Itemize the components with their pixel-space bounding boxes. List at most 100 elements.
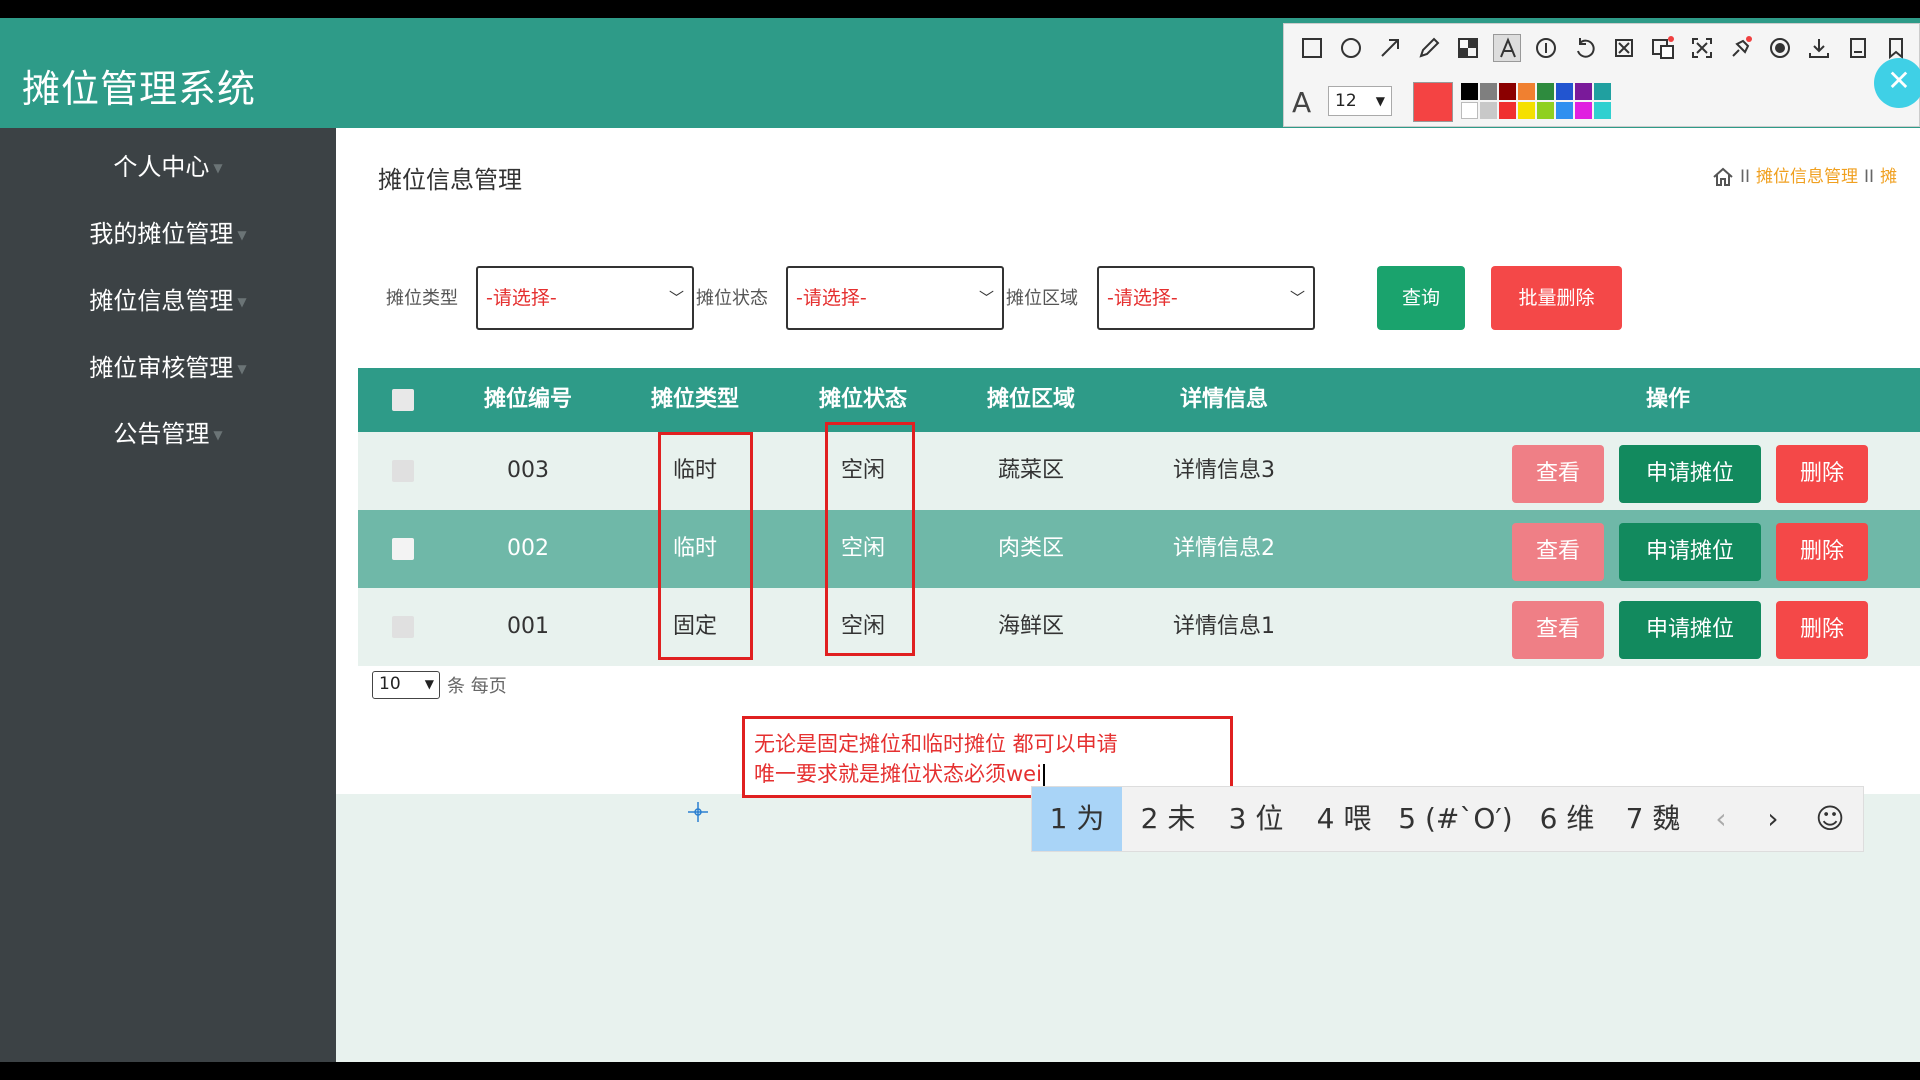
ocr-translate-icon[interactable] bbox=[1649, 34, 1677, 62]
ime-candidate[interactable]: 2 未 bbox=[1127, 787, 1209, 851]
chevron-down-icon: ▼ bbox=[424, 677, 434, 691]
view-button[interactable]: 查看 bbox=[1512, 523, 1604, 581]
delete-button[interactable]: 删除 bbox=[1776, 445, 1868, 503]
header-actions: 操作 bbox=[1645, 387, 1690, 412]
apply-stall-button[interactable]: 申请摊位 bbox=[1619, 445, 1761, 503]
screen-top-border bbox=[0, 0, 1920, 18]
color-swatch[interactable] bbox=[1518, 83, 1535, 100]
color-swatch[interactable] bbox=[1556, 102, 1573, 119]
highlight-box-status-column bbox=[825, 422, 915, 656]
ime-emoji-icon[interactable]: ☺ bbox=[1802, 787, 1858, 851]
sidebar-item-label: 我的摊位管理 bbox=[89, 220, 234, 248]
download-icon[interactable] bbox=[1805, 34, 1833, 62]
table-row[interactable]: 002 临时 空闲 肉类区 详情信息2 查看 申请摊位 删除 bbox=[358, 510, 1920, 588]
ime-prev-page-icon[interactable]: ‹ bbox=[1700, 787, 1742, 851]
text-cursor bbox=[1042, 764, 1045, 786]
row-checkbox[interactable] bbox=[392, 616, 414, 638]
current-color-swatch[interactable] bbox=[1413, 82, 1453, 122]
delete-button[interactable]: 删除 bbox=[1776, 523, 1868, 581]
cell-detail: 详情信息1 bbox=[1173, 614, 1275, 639]
ime-next-page-icon[interactable]: › bbox=[1752, 787, 1794, 851]
table-row[interactable]: 003 临时 空闲 蔬菜区 详情信息3 查看 申请摊位 删除 bbox=[358, 432, 1920, 510]
sidebar-item-personal-center[interactable]: 个人中心 ▼ bbox=[0, 142, 336, 192]
color-swatch[interactable] bbox=[1594, 83, 1611, 100]
ime-candidate[interactable]: 6 维 bbox=[1526, 787, 1608, 851]
pin-icon[interactable] bbox=[1727, 34, 1755, 62]
home-icon[interactable] bbox=[1712, 167, 1734, 187]
long-screenshot-icon[interactable] bbox=[1688, 34, 1716, 62]
annotation-line-2-text: 唯一要求就是摊位状态必须wei bbox=[754, 762, 1042, 786]
filter-status-select[interactable]: -请选择- ﹀ bbox=[786, 266, 1004, 330]
font-size-value: 12 bbox=[1335, 91, 1357, 111]
color-swatch[interactable] bbox=[1461, 83, 1478, 100]
caret-down-icon: ▼ bbox=[237, 362, 247, 376]
color-swatch[interactable] bbox=[1556, 83, 1573, 100]
chevron-down-icon: ﹀ bbox=[1289, 289, 1305, 307]
undo-icon[interactable] bbox=[1571, 34, 1599, 62]
color-swatch[interactable] bbox=[1499, 102, 1516, 119]
color-swatch[interactable] bbox=[1480, 102, 1497, 119]
pencil-tool-icon[interactable] bbox=[1415, 34, 1443, 62]
header-detail: 详情信息 bbox=[1179, 387, 1268, 412]
breadcrumb-current[interactable]: 摊位信息管理 bbox=[1756, 167, 1858, 187]
annotation-line-2: 唯一要求就是摊位状态必须wei bbox=[754, 759, 1230, 789]
apply-stall-button[interactable]: 申请摊位 bbox=[1619, 601, 1761, 659]
filter-area-label: 摊位区域 bbox=[1006, 288, 1078, 309]
breadcrumb-next[interactable]: 摊 bbox=[1880, 167, 1897, 187]
color-swatch[interactable] bbox=[1575, 102, 1592, 119]
sidebar-item-stall-info[interactable]: 摊位信息管理 ▼ bbox=[0, 276, 336, 326]
color-swatch[interactable] bbox=[1518, 102, 1535, 119]
sidebar-item-announcements[interactable]: 公告管理 ▼ bbox=[0, 409, 336, 459]
text-tool-icon[interactable] bbox=[1493, 34, 1521, 62]
filter-type-select[interactable]: -请选择- ﹀ bbox=[476, 266, 694, 330]
ime-candidate[interactable]: 1 为 bbox=[1032, 787, 1122, 851]
ime-candidate[interactable]: 7 魏 bbox=[1612, 787, 1694, 851]
font-size-select[interactable]: 12 ▼ bbox=[1328, 86, 1392, 116]
caret-down-icon: ▼ bbox=[213, 428, 223, 442]
color-swatch[interactable] bbox=[1594, 102, 1611, 119]
color-swatch[interactable] bbox=[1499, 83, 1516, 100]
color-swatch[interactable] bbox=[1575, 83, 1592, 100]
color-swatch[interactable] bbox=[1537, 102, 1554, 119]
color-swatch[interactable] bbox=[1480, 83, 1497, 100]
view-button[interactable]: 查看 bbox=[1512, 601, 1604, 659]
color-swatch[interactable] bbox=[1461, 102, 1478, 119]
save-device-icon[interactable] bbox=[1844, 34, 1872, 62]
number-marker-tool-icon[interactable] bbox=[1532, 34, 1560, 62]
record-icon[interactable] bbox=[1766, 34, 1794, 62]
breadcrumb-separator: II bbox=[1864, 167, 1875, 187]
filter-status-value: -请选择- bbox=[796, 287, 867, 309]
page-size-select[interactable]: 10 ▼ bbox=[372, 671, 440, 699]
crosshair-cursor-icon bbox=[686, 800, 710, 824]
close-icon[interactable]: ✕ bbox=[1874, 58, 1920, 108]
filter-status-label: 摊位状态 bbox=[696, 288, 768, 309]
ime-candidate[interactable]: 3 位 bbox=[1215, 787, 1297, 851]
filter-type-label: 摊位类型 bbox=[386, 288, 458, 309]
apply-stall-button[interactable]: 申请摊位 bbox=[1619, 523, 1761, 581]
arrow-tool-icon[interactable] bbox=[1376, 34, 1404, 62]
annotation-toolbar: A 12 ▼ bbox=[1283, 23, 1920, 127]
ime-candidate[interactable]: 5 (#`O′) bbox=[1393, 787, 1518, 851]
sidebar-item-stall-review[interactable]: 摊位审核管理 ▼ bbox=[0, 343, 336, 393]
row-checkbox[interactable] bbox=[392, 460, 414, 482]
cell-number: 003 bbox=[507, 458, 549, 483]
ime-candidate[interactable]: 4 喂 bbox=[1303, 787, 1385, 851]
rectangle-tool-icon[interactable] bbox=[1298, 34, 1326, 62]
filter-area-select[interactable]: -请选择- ﹀ bbox=[1097, 266, 1315, 330]
delete-button[interactable]: 删除 bbox=[1776, 601, 1868, 659]
sidebar-item-my-stall[interactable]: 我的摊位管理 ▼ bbox=[0, 209, 336, 259]
header-area: 摊位区域 bbox=[986, 387, 1075, 412]
ellipse-tool-icon[interactable] bbox=[1337, 34, 1365, 62]
select-all-checkbox[interactable] bbox=[392, 389, 414, 411]
row-checkbox[interactable] bbox=[392, 538, 414, 560]
query-button[interactable]: 查询 bbox=[1377, 266, 1465, 330]
bulk-delete-button[interactable]: 批量删除 bbox=[1491, 266, 1622, 330]
mosaic-tool-icon[interactable] bbox=[1454, 34, 1482, 62]
table-row[interactable]: 001 固定 空闲 海鲜区 详情信息1 查看 申请摊位 删除 bbox=[358, 588, 1920, 666]
color-swatch[interactable] bbox=[1537, 83, 1554, 100]
filter-area-value: -请选择- bbox=[1107, 287, 1178, 309]
pin-screenshot-icon[interactable] bbox=[1610, 34, 1638, 62]
cell-detail: 详情信息3 bbox=[1173, 458, 1275, 483]
caret-down-icon: ▼ bbox=[237, 295, 247, 309]
view-button[interactable]: 查看 bbox=[1512, 445, 1604, 503]
